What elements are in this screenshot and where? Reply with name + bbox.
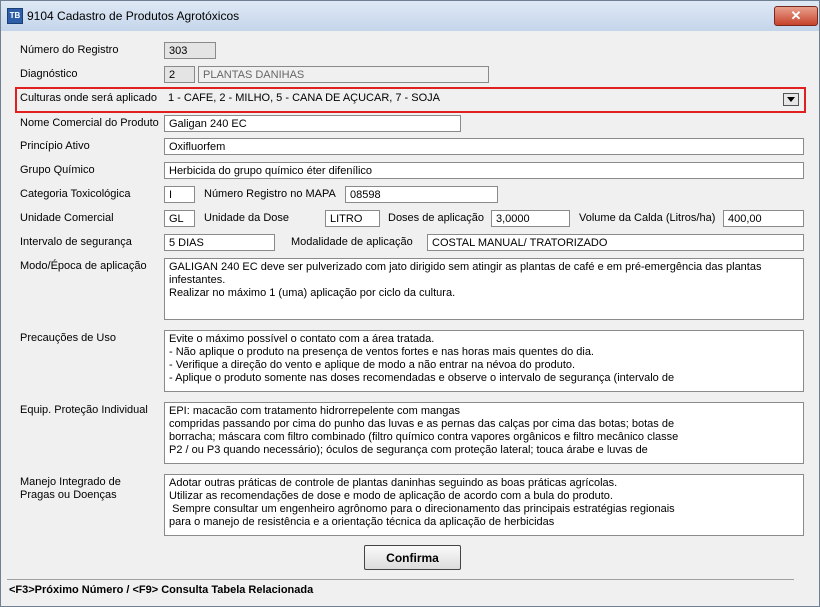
diagnostico-code-field[interactable]: 2 xyxy=(164,66,195,83)
registro-label: Número do Registro xyxy=(20,44,119,56)
principio-ativo-label: Princípio Ativo xyxy=(20,140,90,152)
culturas-combo[interactable]: 1 - CAFE, 2 - MILHO, 5 - CANA DE AÇUCAR,… xyxy=(164,90,804,107)
unidade-comercial-field[interactable]: GL xyxy=(164,210,195,227)
volume-calda-field[interactable]: 400,00 xyxy=(723,210,804,227)
nome-comercial-label: Nome Comercial do Produto xyxy=(20,117,159,129)
epi-memo[interactable]: EPI: macacão com tratamento hidrorrepele… xyxy=(164,402,804,464)
manejo-memo[interactable]: Adotar outras práticas de controle de pl… xyxy=(164,474,804,536)
window-title: 9104 Cadastro de Produtos Agrotóxicos xyxy=(27,9,240,23)
title-bar[interactable]: TB 9104 Cadastro de Produtos Agrotóxicos… xyxy=(1,1,819,31)
grupo-quimico-field[interactable]: Herbicida do grupo químico éter difeníli… xyxy=(164,162,804,179)
intervalo-label: Intervalo de segurança xyxy=(20,236,132,248)
app-window: TB 9104 Cadastro de Produtos Agrotóxicos… xyxy=(0,0,820,607)
app-icon: TB xyxy=(7,8,23,24)
precaucoes-memo[interactable]: Evite o máximo possível o contato com a … xyxy=(164,330,804,392)
registro-mapa-label: Número Registro no MAPA xyxy=(204,188,336,200)
grupo-quimico-label: Grupo Químico xyxy=(20,164,95,176)
modalidade-label: Modalidade de aplicação xyxy=(291,236,413,248)
unidade-dose-label: Unidade da Dose xyxy=(204,212,290,224)
close-button[interactable]: ✕ xyxy=(774,6,818,26)
precaucoes-label: Precauções de Uso xyxy=(20,332,116,344)
principio-ativo-field[interactable]: Oxifluorfem xyxy=(164,138,804,155)
epi-label: Equip. Proteção Individual xyxy=(20,404,148,416)
volume-calda-label: Volume da Calda (Litros/ha) xyxy=(579,212,716,224)
registro-mapa-field[interactable]: 08598 xyxy=(345,186,498,203)
doses-field[interactable]: 3,0000 xyxy=(491,210,570,227)
doses-label: Doses de aplicação xyxy=(388,212,485,224)
diagnostico-label: Diagnóstico xyxy=(20,68,78,80)
unidade-dose-field[interactable]: LITRO xyxy=(325,210,380,227)
categoria-label: Categoria Toxicológica xyxy=(20,188,131,200)
registro-field[interactable]: 303 xyxy=(164,42,216,59)
confirm-button[interactable]: Confirma xyxy=(364,545,461,570)
form-area: Número do Registro 303 Diagnóstico 2 PLA… xyxy=(7,31,813,599)
modo-epoca-label: Modo/Época de aplicação xyxy=(20,260,147,272)
unidade-comercial-label: Unidade Comercial xyxy=(20,212,114,224)
modo-epoca-memo[interactable]: GALIGAN 240 EC deve ser pulverizado com … xyxy=(164,258,804,320)
culturas-label: Culturas onde será aplicado xyxy=(20,92,157,104)
intervalo-field[interactable]: 5 DIAS xyxy=(164,234,275,251)
status-bar: <F3>Próximo Número / <F9> Consulta Tabel… xyxy=(7,579,794,600)
categoria-field[interactable]: I xyxy=(164,186,195,203)
manejo-label: Manejo Integrado de Pragas ou Doenças xyxy=(20,476,121,501)
culturas-dropdown-button[interactable] xyxy=(783,93,799,106)
nome-comercial-field[interactable]: Galigan 240 EC xyxy=(164,115,461,132)
modalidade-field[interactable]: COSTAL MANUAL/ TRATORIZADO xyxy=(427,234,804,251)
diagnostico-description: PLANTAS DANIHAS xyxy=(198,66,489,83)
